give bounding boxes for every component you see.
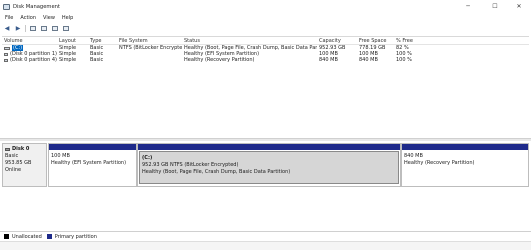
- toolbar-separator: [25, 24, 26, 32]
- minimize-button[interactable]: ─: [455, 0, 481, 13]
- legend-label-primary: Primary partition: [54, 233, 97, 240]
- partition-color-bar: [138, 144, 400, 150]
- legend-label-unallocated: Unallocated: [12, 233, 42, 240]
- disk-icon: [5, 147, 10, 151]
- column-percent-free[interactable]: % Free: [394, 38, 424, 44]
- window-title: Disk Management: [13, 3, 60, 10]
- disk-size: 953.85 GB: [5, 160, 32, 166]
- close-button[interactable]: ✕: [506, 0, 531, 13]
- back-icon[interactable]: ◀: [3, 25, 11, 32]
- properties-icon[interactable]: [51, 25, 59, 32]
- table-row[interactable]: (Disk 0 partition 4) Simple Basic Health…: [2, 57, 529, 63]
- volume-icon: [4, 58, 8, 62]
- partition-status: Healthy (Recovery Partition): [404, 160, 475, 166]
- file-system-cell: NTFS (BitLocker Encrypted): [119, 45, 182, 51]
- disk-info-panel[interactable]: Disk 0 Basic 953.85 GB Online: [2, 143, 47, 187]
- volume-list-header: Volume Layout Type File System Status Ca…: [2, 37, 529, 45]
- forward-icon[interactable]: ▶: [14, 25, 22, 32]
- toolbar: ◀ ▶: [0, 23, 531, 33]
- disk-graphical-view: Disk 0 Basic 953.85 GB Online 100 MB Hea…: [2, 143, 529, 187]
- menu-view[interactable]: View: [43, 15, 55, 21]
- volume-icon: [4, 52, 8, 56]
- column-status[interactable]: Status: [182, 38, 317, 44]
- legend-swatch-unallocated: [4, 234, 9, 239]
- type-cell: Basic: [90, 57, 104, 63]
- menu-help[interactable]: Help: [62, 15, 73, 21]
- disk-type: Basic: [5, 153, 19, 159]
- column-layout[interactable]: Layout: [57, 38, 88, 44]
- disk-management-app-icon: [3, 3, 10, 10]
- status-bar: [0, 241, 531, 250]
- partition-title: (C:): [142, 155, 153, 161]
- partition-size: 100 MB: [51, 153, 70, 159]
- list-view-icon[interactable]: [62, 25, 70, 32]
- partition-block-selected[interactable]: (C:) 952.93 GB NTFS (BitLocker Encrypted…: [137, 143, 401, 187]
- partition-status: Healthy (Boot, Page File, Crash Dump, Ba…: [142, 169, 291, 175]
- layout-cell: Simple: [59, 57, 77, 63]
- legend: Unallocated Primary partition: [0, 231, 531, 241]
- partition-size: 840 MB: [404, 153, 423, 159]
- partition-block[interactable]: 100 MB Healthy (EFI System Partition): [48, 143, 137, 187]
- disk-status: Online: [5, 167, 22, 173]
- free-space-cell: 840 MB: [359, 57, 378, 63]
- menu-bar: File Action View Help: [0, 14, 531, 22]
- partition-status: Healthy (EFI System Partition): [51, 160, 127, 166]
- disk-name: Disk 0: [12, 146, 30, 152]
- help-icon[interactable]: [40, 25, 48, 32]
- partition-block[interactable]: 840 MB Healthy (Recovery Partition): [401, 143, 529, 187]
- volume-list: Volume Layout Type File System Status Ca…: [2, 36, 529, 136]
- menu-file[interactable]: File: [5, 15, 13, 21]
- volume-icon: [4, 46, 10, 50]
- column-volume[interactable]: Volume: [2, 38, 57, 44]
- title-bar: Disk Management ─ ☐ ✕: [0, 0, 531, 13]
- capacity-cell: 840 MB: [319, 57, 338, 63]
- column-file-system[interactable]: File System: [117, 38, 182, 44]
- legend-swatch-primary: [46, 234, 52, 239]
- pane-splitter[interactable]: [0, 138, 531, 141]
- maximize-button[interactable]: ☐: [482, 0, 508, 13]
- percent-free-cell: 100 %: [396, 57, 412, 63]
- console-tree-icon[interactable]: [29, 25, 37, 32]
- partition-size: 952.93 GB NTFS (BitLocker Encrypted): [142, 162, 239, 168]
- volume-name: (Disk 0 partition 4): [10, 57, 57, 63]
- menu-action[interactable]: Action: [20, 15, 36, 21]
- status-cell: Healthy (Recovery Partition): [184, 57, 255, 63]
- column-free-space[interactable]: Free Space: [357, 38, 394, 44]
- column-capacity[interactable]: Capacity: [317, 38, 357, 44]
- column-type[interactable]: Type: [88, 38, 117, 44]
